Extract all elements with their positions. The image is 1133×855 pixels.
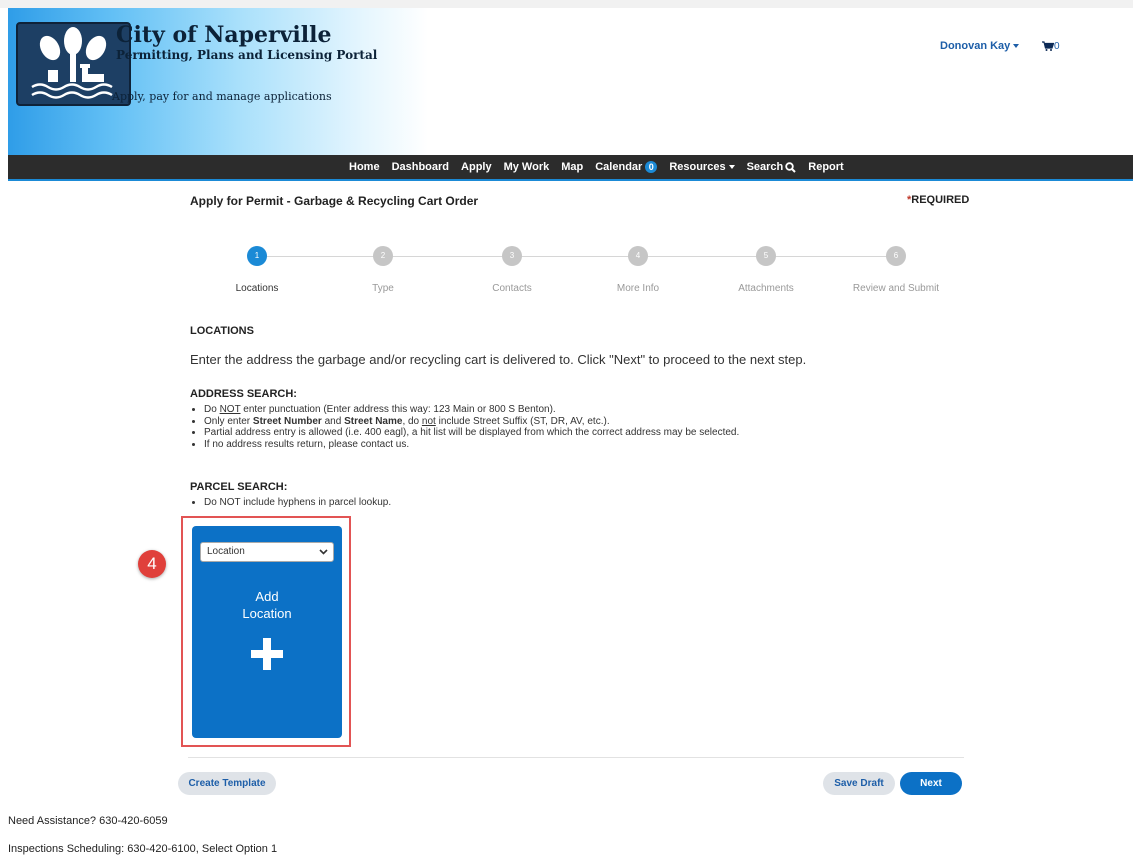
header-banner: City of Naperville Permitting, Plans and… — [8, 8, 428, 155]
address-search-rules: Do NOT enter punctuation (Enter address … — [190, 404, 739, 450]
nav-resources-label: Resources — [669, 161, 726, 173]
calendar-badge: 0 — [645, 161, 658, 173]
form-divider — [188, 757, 964, 758]
step-progress-line — [257, 256, 897, 257]
chevron-down-icon — [728, 165, 735, 169]
step-1-label: Locations — [235, 283, 279, 294]
nav-calendar[interactable]: Calendar 0 — [589, 161, 663, 173]
nav-map[interactable]: Map — [555, 161, 589, 173]
nav-apply[interactable]: Apply — [455, 161, 498, 173]
step-2-label: Type — [372, 283, 394, 294]
nav-search[interactable]: Search — [741, 161, 803, 173]
nav-home[interactable]: Home — [343, 161, 386, 173]
step-5-indicator[interactable]: 5 — [756, 246, 776, 266]
search-icon — [785, 161, 796, 173]
site-subtitle: Permitting, Plans and Licensing Portal — [116, 48, 378, 62]
location-type-value: Location — [207, 546, 245, 557]
assistance-phone: Need Assistance? 630-420-6059 — [8, 815, 168, 827]
chevron-down-icon — [1013, 44, 1020, 49]
instructions-text: Enter the address the garbage and/or rec… — [190, 352, 807, 367]
step-3-label: Contacts — [492, 283, 532, 294]
chevron-down-icon — [319, 549, 328, 555]
step-1-indicator[interactable]: 1 — [247, 246, 267, 266]
location-type-select[interactable]: Location — [200, 542, 334, 562]
site-tagline: Apply, pay for and manage applications — [112, 90, 332, 103]
cart-count: 0 — [1054, 41, 1060, 52]
callout-marker: 4 — [138, 550, 166, 578]
nav-resources[interactable]: Resources — [663, 161, 740, 173]
required-indicator: *REQUIRED — [907, 194, 969, 206]
site-title: City of Naperville — [116, 22, 332, 48]
add-location-card[interactable]: Location Add Location — [192, 526, 342, 738]
inspections-phone: Inspections Scheduling: 630-420-6100, Se… — [8, 843, 278, 855]
nav-report[interactable]: Report — [802, 161, 849, 173]
step-4-label: More Info — [616, 283, 660, 294]
step-3-indicator[interactable]: 3 — [502, 246, 522, 266]
parcel-search-heading: PARCEL SEARCH: — [190, 481, 288, 493]
plus-icon — [251, 638, 283, 670]
user-menu[interactable]: Donovan Kay — [940, 40, 1020, 52]
parcel-rule-hyphens: Do NOT include hyphens in parcel lookup. — [204, 497, 391, 509]
nav-my-work[interactable]: My Work — [498, 161, 556, 173]
address-rule-punctuation: Do NOT enter punctuation (Enter address … — [204, 404, 739, 416]
step-6-label: Review and Submit — [852, 283, 940, 294]
nav-search-label: Search — [746, 161, 784, 173]
step-2-indicator[interactable]: 2 — [373, 246, 393, 266]
required-label: REQUIRED — [911, 194, 970, 206]
page-title: Apply for Permit - Garbage & Recycling C… — [190, 194, 479, 208]
add-location-label: Add Location — [242, 589, 292, 621]
step-5-label: Attachments — [738, 283, 794, 294]
locations-heading: LOCATIONS — [190, 325, 254, 337]
address-search-heading: ADDRESS SEARCH: — [190, 388, 297, 400]
nav-dashboard[interactable]: Dashboard — [386, 161, 455, 173]
user-name: Donovan Kay — [940, 40, 1011, 52]
step-6-indicator[interactable]: 6 — [886, 246, 906, 266]
site-header: City of Naperville Permitting, Plans and… — [8, 8, 1133, 155]
address-rule-partial: Partial address entry is allowed (i.e. 4… — [204, 427, 739, 439]
create-template-button[interactable]: Create Template — [178, 772, 276, 795]
parcel-search-rules: Do NOT include hyphens in parcel lookup. — [190, 497, 391, 509]
cart-link[interactable]: 0 — [1042, 41, 1060, 52]
next-button[interactable]: Next — [900, 772, 962, 795]
nav-calendar-label: Calendar — [595, 161, 643, 173]
window-top-border — [0, 0, 1133, 8]
shopping-cart-icon — [1042, 41, 1054, 52]
address-rule-street-fields: Only enter Street Number and Street Name… — [204, 416, 739, 428]
step-4-indicator[interactable]: 4 — [628, 246, 648, 266]
main-navigation: Home Dashboard Apply My Work Map Calenda… — [8, 155, 1133, 181]
address-rule-no-results: If no address results return, please con… — [204, 439, 739, 451]
save-draft-button[interactable]: Save Draft — [823, 772, 895, 795]
